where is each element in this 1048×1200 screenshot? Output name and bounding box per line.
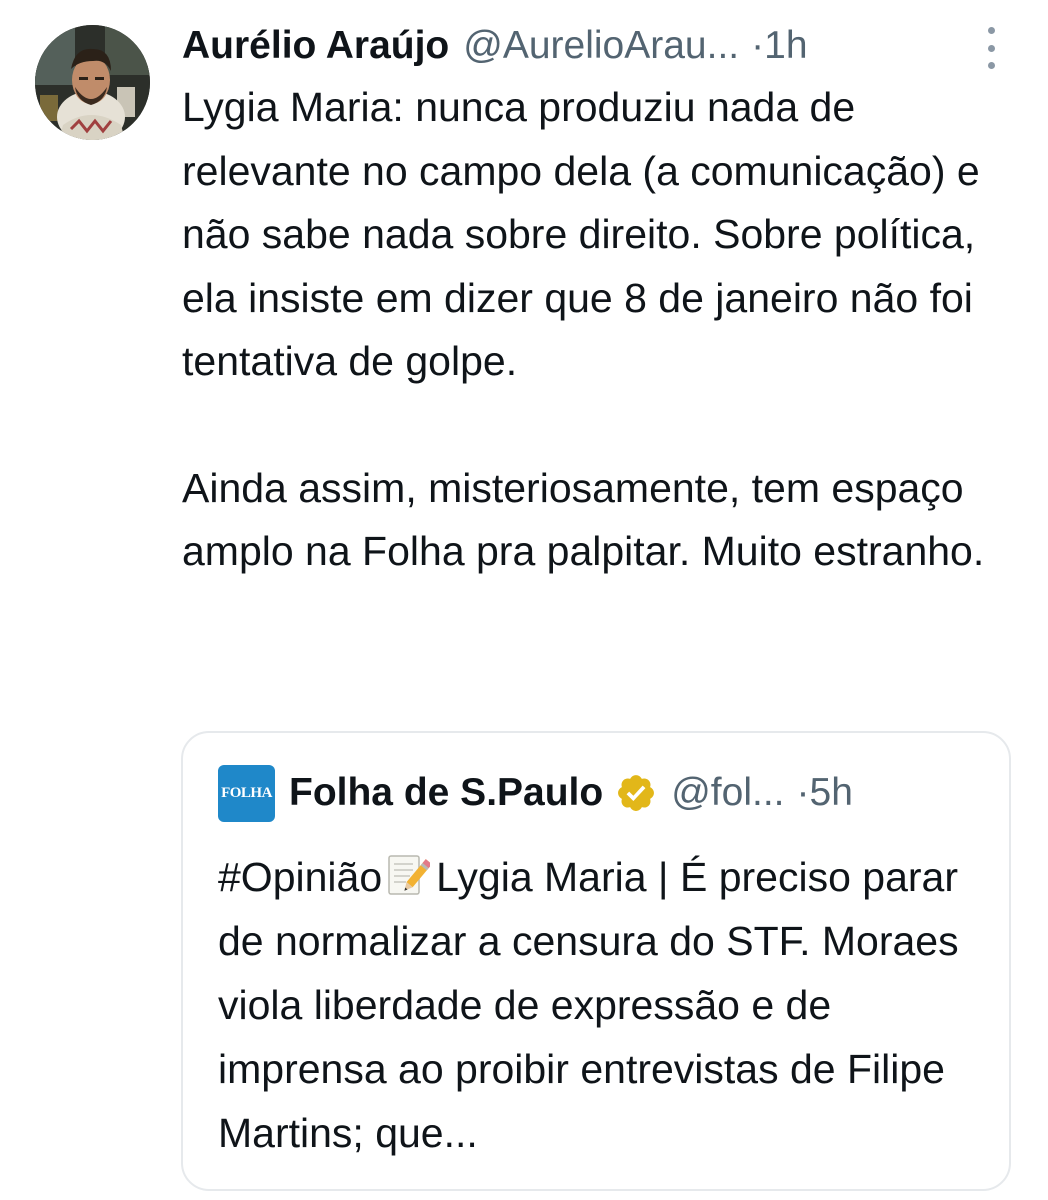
tweet-timestamp[interactable]: ·1h	[751, 24, 807, 68]
time-separator: ·	[796, 771, 810, 814]
quoted-tweet-header: FOLHA Folha de S.Paulo @fol... ·5h	[218, 763, 988, 823]
author-name[interactable]: Aurélio Araújo	[182, 24, 449, 68]
more-dot	[987, 27, 995, 34]
more-vertical-icon[interactable]	[976, 27, 1006, 69]
memo-pencil-icon	[388, 855, 431, 895]
quoted-author-name[interactable]: Folha de S.Paulo	[289, 771, 603, 815]
quoted-tweet-text: #Opinião Lygia Maria | É preciso parar d…	[218, 845, 998, 1165]
quoted-timestamp[interactable]: ·5h	[797, 771, 853, 815]
author-handle[interactable]: @AurelioArau...	[463, 24, 739, 68]
more-dot	[987, 62, 995, 69]
avatar-photo-icon	[35, 25, 150, 140]
time-value: 5h	[809, 771, 853, 814]
quoted-tweet-card[interactable]: FOLHA Folha de S.Paulo @fol... ·5h #Opin…	[181, 731, 1011, 1191]
time-value: 1h	[764, 24, 808, 67]
tweet-paragraph: Ainda assim, misteriosamente, tem espaço…	[182, 464, 985, 575]
quoted-hashtag[interactable]: #Opinião	[218, 854, 382, 900]
time-separator: ·	[751, 24, 765, 67]
author-avatar[interactable]	[35, 25, 150, 140]
more-dot	[987, 44, 995, 52]
folha-logo-avatar[interactable]: FOLHA	[218, 764, 275, 822]
tweet-header: Aurélio Araújo @AurelioArau... ·1h	[182, 18, 1012, 74]
quoted-author-handle[interactable]: @fol...	[671, 771, 784, 815]
tweet[interactable]: Aurélio Araújo @AurelioArau... ·1h Lygia…	[0, 0, 1048, 1200]
verified-badge-icon	[618, 775, 655, 811]
tweet-paragraph: Lygia Maria: nunca produziu nada de rele…	[182, 84, 980, 384]
tweet-text: Lygia Maria: nunca produziu nada de rele…	[182, 76, 1022, 584]
